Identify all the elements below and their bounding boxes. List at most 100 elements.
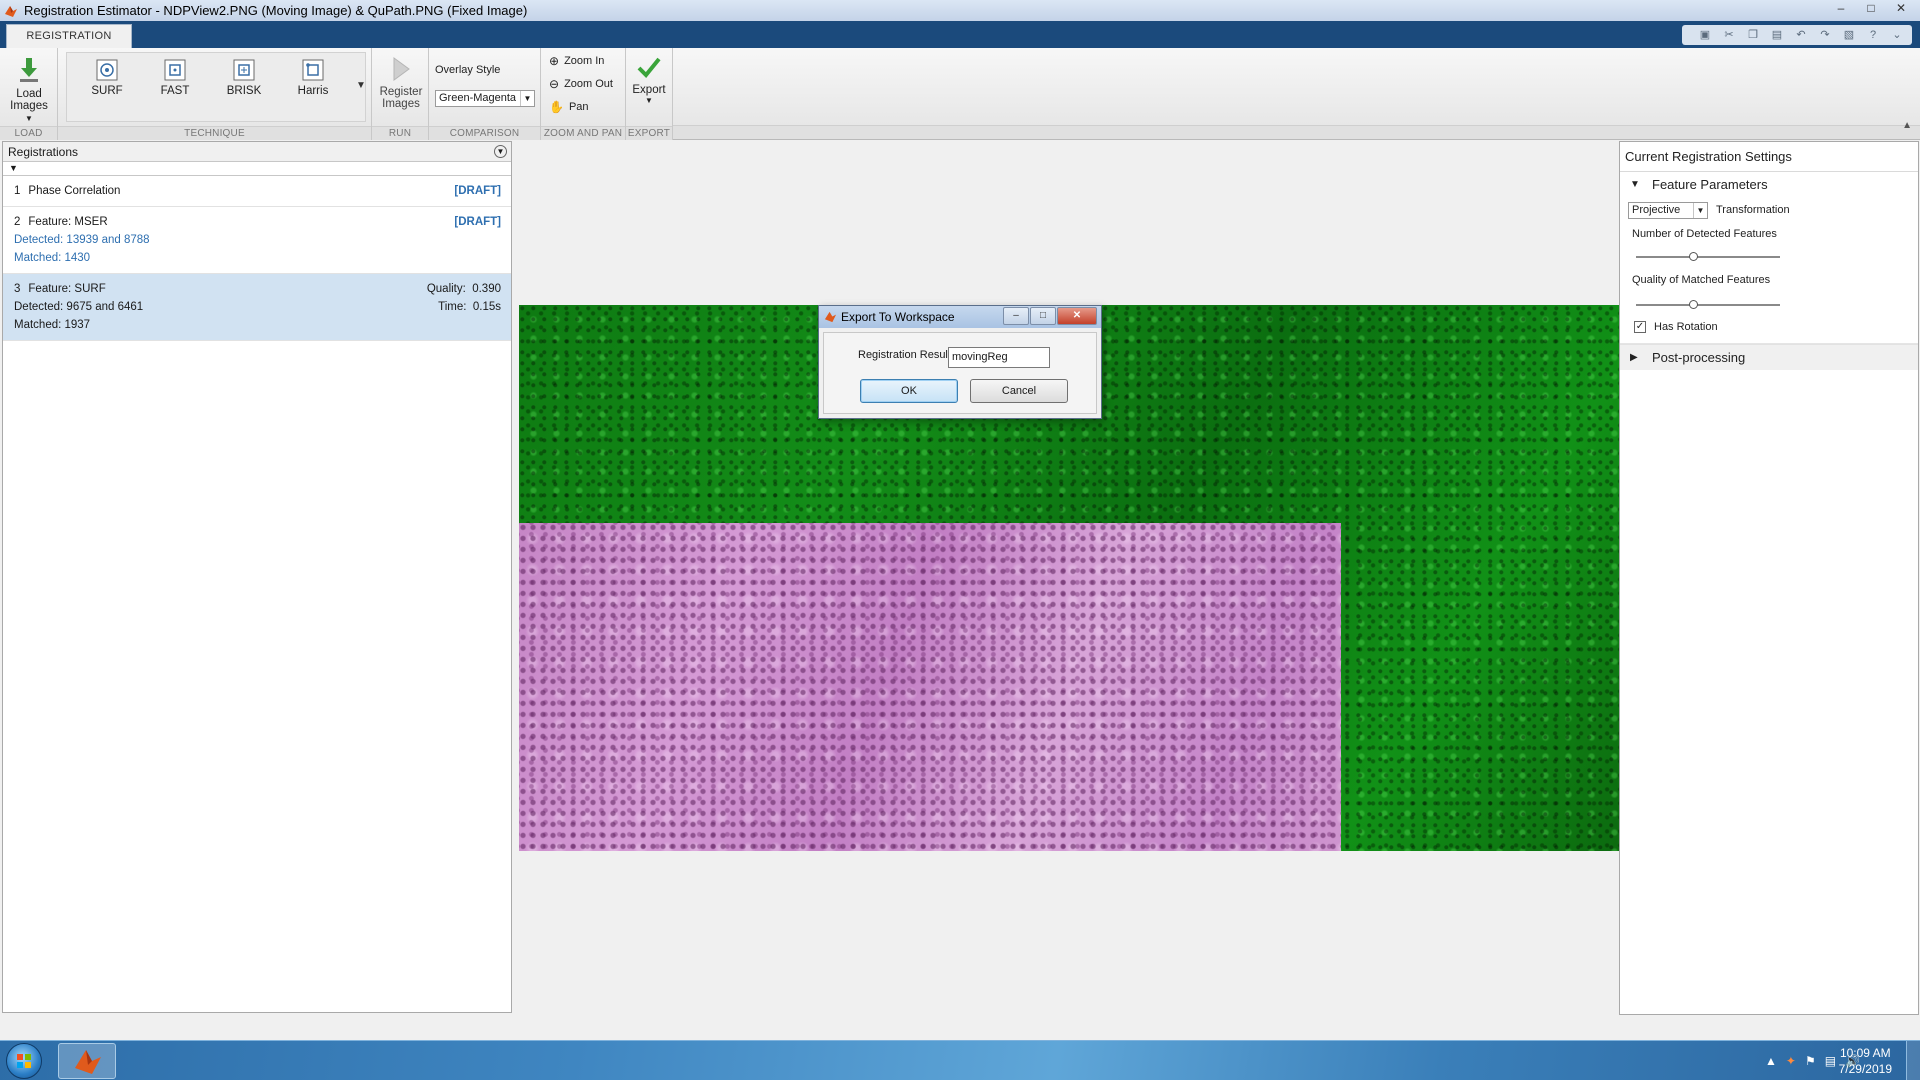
- matlab-logo-icon: [5, 5, 17, 17]
- export-label: Export: [632, 84, 666, 96]
- overlay-style-value: Green-Magenta: [439, 92, 517, 104]
- brisk-feature-icon: [233, 59, 255, 81]
- undo-icon[interactable]: ↶: [1792, 27, 1810, 43]
- brisk-label: BRISK: [226, 85, 262, 97]
- moving-image-magenta-layer: [519, 523, 1341, 851]
- technique-gallery: SURF FAST BRISK Harris: [66, 52, 366, 122]
- registration-results-input[interactable]: movingReg: [948, 347, 1050, 368]
- cancel-button[interactable]: Cancel: [970, 379, 1068, 403]
- minimize-icon[interactable]: –: [1003, 307, 1029, 325]
- image-display-area[interactable]: [519, 141, 1619, 1013]
- has-rotation-checkbox[interactable]: ✓: [1634, 321, 1646, 334]
- taskbar-matlab-button[interactable]: [58, 1043, 116, 1079]
- paste-icon[interactable]: ▤: [1768, 27, 1786, 43]
- redo-icon[interactable]: ↷: [1816, 27, 1834, 43]
- show-desktop-button[interactable]: [1906, 1041, 1920, 1080]
- register-images-button[interactable]: Register Images: [376, 56, 426, 110]
- action-center-flag-icon[interactable]: ⚑: [1805, 1054, 1816, 1068]
- harris-label: Harris: [297, 85, 329, 97]
- network-icon[interactable]: ▤: [1825, 1054, 1836, 1068]
- draft-badge: [DRAFT]: [454, 216, 501, 228]
- load-images-button[interactable]: Load Images ▼: [6, 56, 52, 124]
- detected-features-slider[interactable]: [1620, 246, 1918, 268]
- technique-surf-button[interactable]: SURF: [87, 59, 127, 97]
- matched-count: Matched: 1430: [14, 252, 91, 264]
- registration-item-3[interactable]: 3 Feature: SURF Quality: 0.390 Detected: …: [3, 274, 511, 341]
- load-images-label-2: Images: [10, 100, 48, 112]
- technique-fast-button[interactable]: FAST: [155, 59, 195, 97]
- feature-parameters-label: Feature Parameters: [1652, 177, 1768, 192]
- zoom-out-icon: ⊖: [549, 77, 560, 91]
- toolstrip-footer: [673, 125, 1920, 139]
- close-icon[interactable]: ✕: [1057, 307, 1097, 325]
- pan-button[interactable]: ✋ Pan: [549, 100, 589, 114]
- slider-track: [1636, 304, 1780, 306]
- has-rotation-row[interactable]: ✓ Has Rotation: [1620, 316, 1918, 344]
- copy-icon[interactable]: ❐: [1744, 27, 1762, 43]
- collapse-toolstrip-icon[interactable]: ▲: [1902, 120, 1912, 131]
- load-images-label-1: Load: [16, 88, 42, 100]
- zoom-in-button[interactable]: ⊕ Zoom In: [549, 54, 604, 68]
- transformation-value: Projective: [1632, 204, 1681, 216]
- feature-parameters-group[interactable]: ▼ Feature Parameters: [1620, 172, 1918, 198]
- time-label: Time:: [438, 301, 467, 313]
- start-button[interactable]: [6, 1043, 42, 1079]
- chevron-down-icon[interactable]: ⌄: [1888, 27, 1906, 43]
- load-section: Load Images ▼ LOAD: [0, 48, 58, 140]
- run-section: Register Images RUN: [372, 48, 429, 140]
- taskbar-clock[interactable]: 10:09 AM 7/29/2019: [1839, 1045, 1892, 1077]
- tab-registration[interactable]: REGISTRATION: [6, 24, 132, 48]
- maximize-icon[interactable]: □: [1856, 0, 1886, 18]
- chevron-down-icon: ▼: [520, 91, 534, 106]
- download-arrow-icon: [20, 58, 38, 82]
- technique-harris-button[interactable]: Harris: [291, 59, 335, 97]
- overlay-style-dropdown[interactable]: Green-Magenta ▼: [435, 90, 535, 107]
- help-icon[interactable]: ?: [1864, 27, 1882, 43]
- toolstrip: Load Images ▼ LOAD SURF FAST BRISK Harri…: [0, 48, 1920, 140]
- hand-icon: ✋: [549, 100, 564, 114]
- registrations-header: Registrations ▼: [3, 142, 511, 162]
- technique-brisk-button[interactable]: BRISK: [222, 59, 266, 97]
- zoom-out-button[interactable]: ⊖ Zoom Out: [549, 77, 613, 91]
- ok-button[interactable]: OK: [860, 379, 958, 403]
- layout-icon[interactable]: ▧: [1840, 27, 1858, 43]
- matched-features-slider[interactable]: [1620, 294, 1918, 316]
- close-icon[interactable]: ✕: [1886, 0, 1916, 18]
- toolstrip-tabs: REGISTRATION ▣ ✂ ❐ ▤ ↶ ↷ ▧ ? ⌄: [0, 21, 1920, 48]
- slider-thumb[interactable]: [1688, 300, 1698, 309]
- minimize-icon[interactable]: –: [1826, 0, 1856, 18]
- matlab-tray-icon[interactable]: ✦: [1786, 1054, 1796, 1068]
- matlab-logo-icon: [824, 311, 837, 323]
- dialog-title-bar: Export To Workspace – □ ✕: [819, 306, 1101, 328]
- slider-thumb[interactable]: [1688, 252, 1698, 261]
- technique-gallery-expand-icon[interactable]: ▼: [356, 80, 366, 91]
- windows-logo-icon: [17, 1054, 31, 1068]
- export-section: Export ▼ EXPORT: [626, 48, 673, 140]
- matched-features-label: Quality of Matched Features: [1632, 274, 1771, 286]
- cut-icon[interactable]: ✂: [1720, 27, 1738, 43]
- transformation-dropdown[interactable]: Projective ▼: [1628, 202, 1708, 219]
- checkmark-icon: [637, 57, 661, 78]
- sort-chevron-icon[interactable]: ▼: [9, 163, 18, 173]
- registration-item-2[interactable]: 2 Feature: MSER [DRAFT] Detected: 13939 a…: [3, 207, 511, 274]
- matched-count: Matched: 1937: [14, 319, 91, 331]
- export-button[interactable]: Export ▼: [628, 54, 670, 105]
- save-icon[interactable]: ▣: [1696, 27, 1714, 43]
- register-images-label-2: Images: [382, 98, 420, 110]
- play-icon: [393, 57, 410, 81]
- draft-badge: [DRAFT]: [454, 185, 501, 197]
- registration-item-1[interactable]: 1 Phase Correlation [DRAFT]: [3, 176, 511, 207]
- maximize-icon[interactable]: □: [1030, 307, 1056, 325]
- registration-number: 2: [14, 216, 21, 228]
- chevron-down-icon: ▼: [1693, 203, 1707, 218]
- post-processing-group[interactable]: ▶ Post-processing: [1620, 344, 1918, 370]
- register-images-label-1: Register: [379, 86, 423, 98]
- clock-time: 10:09 AM: [1839, 1046, 1891, 1060]
- fast-label: FAST: [160, 85, 190, 97]
- expanded-triangle-icon: ▼: [1630, 179, 1640, 190]
- panel-menu-icon[interactable]: ▼: [494, 145, 507, 158]
- comparison-section: Overlay Style Green-Magenta ▼ COMPARISON: [429, 48, 541, 140]
- registrations-panel: Registrations ▼ ▼ 1 Phase Correlation [DR…: [2, 141, 512, 1013]
- show-hidden-icons-icon[interactable]: ▲: [1765, 1054, 1777, 1068]
- pan-label: Pan: [568, 101, 589, 113]
